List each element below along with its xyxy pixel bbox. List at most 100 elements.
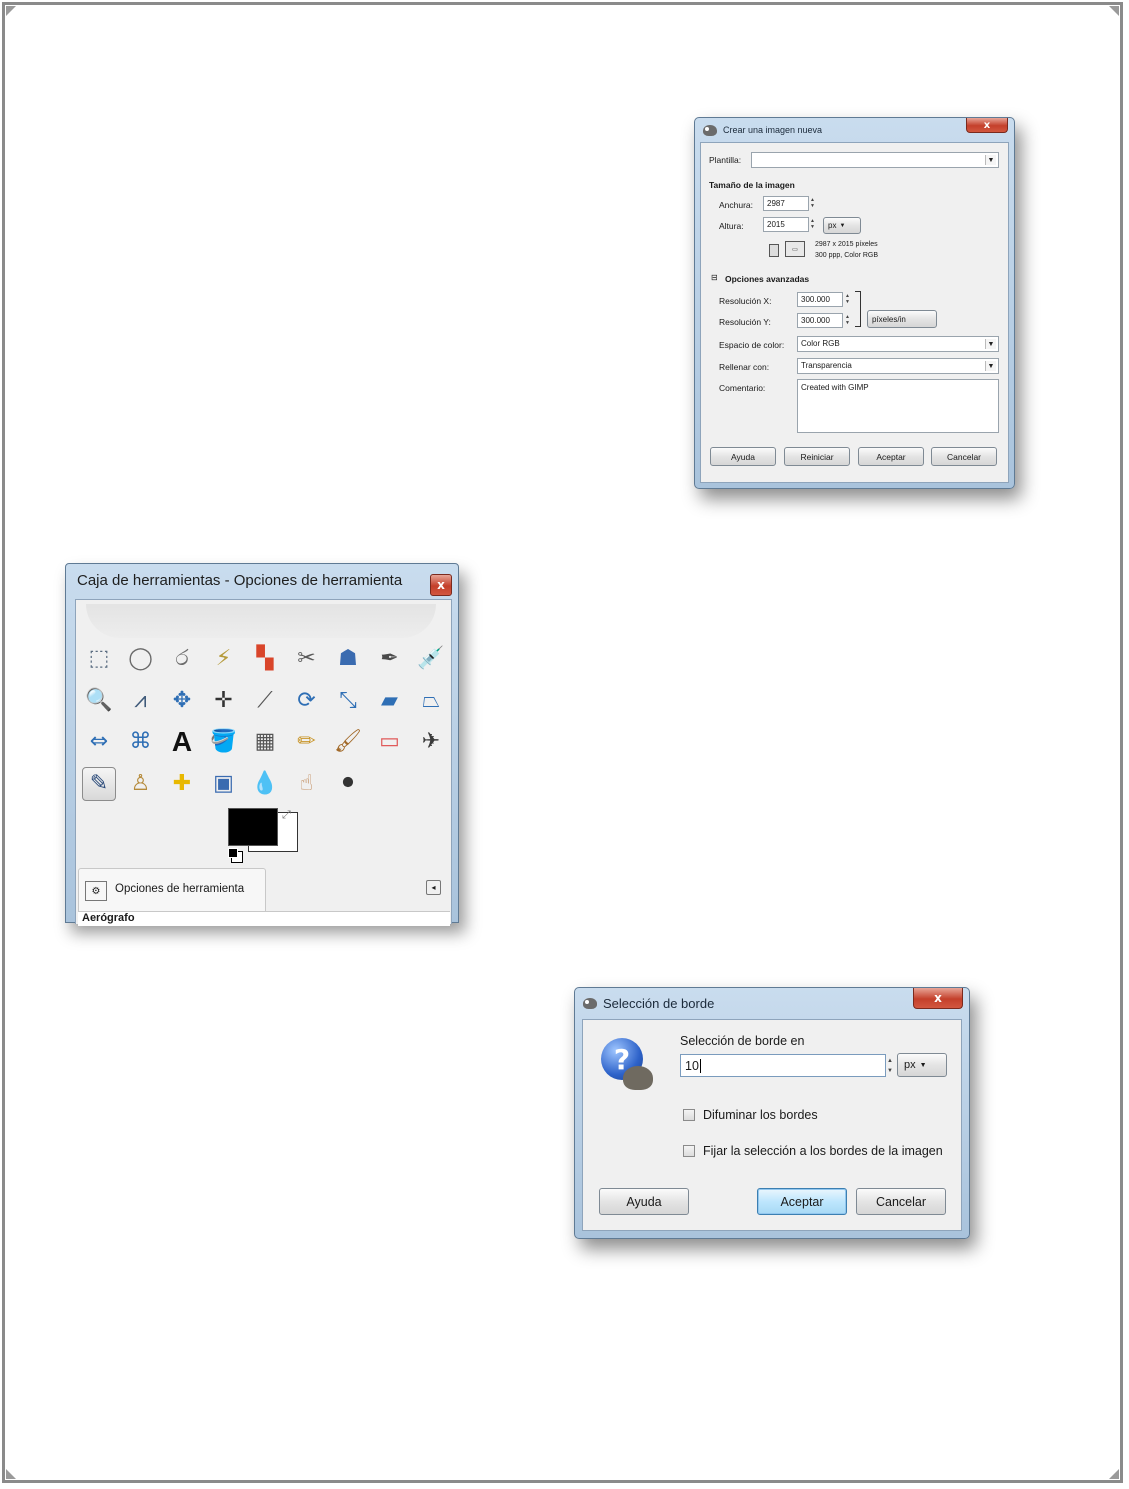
border-size-spinner[interactable]: ▲ ▼ <box>886 1056 894 1076</box>
perspective-clone-icon[interactable]: ▣ <box>207 767 241 801</box>
help-button[interactable]: Ayuda <box>599 1188 689 1215</box>
width-input[interactable]: 2987 <box>763 196 809 211</box>
ink-icon[interactable]: ✎ <box>82 766 116 801</box>
window-title: Caja de herramientas - Opciones de herra… <box>77 571 403 589</box>
comment-textarea[interactable]: Created with GIMP <box>797 379 999 433</box>
border-selection-dialog: Selección de borde x ? Selección de bord… <box>574 987 970 1239</box>
corner-mark <box>6 6 16 16</box>
swap-colors-icon[interactable]: ⤢ <box>282 808 291 822</box>
tool-options-panel: Aerógrafo <box>78 911 450 926</box>
cancel-button[interactable]: Cancelar <box>931 447 997 466</box>
colorspace-select[interactable]: Color RGB ▼ <box>797 336 999 352</box>
height-label: Altura: <box>719 221 744 231</box>
clone-icon[interactable]: ♙ <box>124 767 158 801</box>
gimp-icon <box>703 124 717 136</box>
zoom-icon[interactable]: 🔍 <box>82 684 116 718</box>
default-colors-icon[interactable] <box>228 848 238 858</box>
fill-label: Rellenar con: <box>719 362 770 372</box>
comment-label: Comentario: <box>719 383 766 393</box>
portrait-icon[interactable] <box>769 244 779 257</box>
color-picker-icon[interactable]: 💉 <box>414 642 448 676</box>
heal-icon[interactable]: ✚ <box>165 767 199 801</box>
res-y-spinner[interactable]: ▲ ▼ <box>844 314 851 326</box>
text-cursor <box>699 1059 701 1073</box>
dialog-title: Crear una imagen nueva <box>723 125 823 135</box>
dodge-burn-icon[interactable]: ⚫ <box>331 767 365 801</box>
cancel-button[interactable]: Cancelar <box>856 1188 946 1215</box>
title-bar[interactable]: Caja de herramientas - Opciones de herra… <box>77 568 458 592</box>
tool-grid: ⬚ ◯ ර ⚡ ▚ ✂ ☗ ✒ 💉 🔍 ⩘ ✥ ✛ ⟋ ⟳ ⤡ ▰ ⏢ ⇔ ⌘ A 🪣 ▦ ✏ 🖌 ▭ ✈ ✎ ♙ ✚ ▣ 💧 ☝ ⚫ <box>78 640 450 808</box>
fill-select[interactable]: Transparencia ▼ <box>797 358 999 374</box>
pencil-icon[interactable]: ✏ <box>290 725 324 759</box>
chevron-down-icon: ▼ <box>985 339 996 349</box>
free-select-icon[interactable]: ර <box>165 642 199 676</box>
border-size-input[interactable]: 10 <box>680 1054 886 1077</box>
height-input[interactable]: 2015 <box>763 217 809 232</box>
smudge-icon[interactable]: ☝ <box>290 767 324 801</box>
paintbrush-icon[interactable]: 🖌 <box>331 725 365 759</box>
feather-checkbox[interactable] <box>683 1109 695 1121</box>
eraser-icon[interactable]: ▭ <box>373 725 407 759</box>
toolbox-window: Caja de herramientas - Opciones de herra… <box>65 563 459 926</box>
title-bar[interactable]: Selección de borde <box>583 991 969 1015</box>
rotate-icon[interactable]: ⟳ <box>290 684 324 718</box>
measure-icon[interactable]: ⩘ <box>124 684 158 718</box>
airbrush-icon[interactable]: ✈ <box>414 725 448 759</box>
tab-menu-icon[interactable]: ◂ <box>426 880 441 895</box>
tool-options-heading: Aerógrafo <box>82 912 135 924</box>
bucket-fill-icon[interactable]: 🪣 <box>207 725 241 759</box>
fuzzy-select-icon[interactable]: ⚡ <box>207 642 241 676</box>
advanced-toggle-icon[interactable]: ⊟ <box>711 273 718 282</box>
corner-mark <box>1109 1469 1119 1479</box>
align-icon[interactable]: ✛ <box>207 684 241 718</box>
unit-select[interactable]: px ▼ <box>897 1053 947 1077</box>
corner-mark <box>1109 6 1119 16</box>
res-x-spinner[interactable]: ▲ ▼ <box>844 293 851 305</box>
cage-icon[interactable]: ⌘ <box>124 725 158 759</box>
blend-icon[interactable]: ▦ <box>248 725 282 759</box>
paths-icon[interactable]: ✒ <box>373 642 407 676</box>
width-spinner[interactable]: ▲ ▼ <box>809 197 816 209</box>
unit-select[interactable]: px ▼ <box>823 217 861 234</box>
toolbox-body: ⬚ ◯ ර ⚡ ▚ ✂ ☗ ✒ 💉 🔍 ⩘ ✥ ✛ ⟋ ⟳ ⤡ ▰ ⏢ ⇔ ⌘ A 🪣 ▦ ✏ 🖌 ▭ ✈ ✎ ♙ ✚ ▣ 💧 ☝ ⚫ ⤢ ⚙ O… <box>75 599 452 926</box>
tool-options-tab[interactable]: ⚙ Opciones de herramienta <box>78 868 266 912</box>
res-x-input[interactable]: 300.000 <box>797 292 843 307</box>
close-button[interactable]: x <box>913 988 963 1009</box>
wilber-icon <box>623 1066 653 1090</box>
foreground-color-swatch[interactable] <box>228 808 278 846</box>
text-icon[interactable]: A <box>165 725 199 759</box>
scissors-icon[interactable]: ✂ <box>290 642 324 676</box>
close-button[interactable]: x <box>430 574 452 596</box>
template-select[interactable]: ▼ <box>751 152 999 168</box>
chain-link-icon[interactable] <box>855 291 861 327</box>
help-button[interactable]: Ayuda <box>710 447 776 466</box>
advanced-heading[interactable]: Opciones avanzadas <box>725 274 809 284</box>
perspective-icon[interactable]: ⏢ <box>414 684 448 718</box>
rect-select-icon[interactable]: ⬚ <box>82 642 116 676</box>
move-icon[interactable]: ✥ <box>165 684 199 718</box>
chevron-down-icon: ▼ <box>919 1061 927 1069</box>
ok-button[interactable]: Aceptar <box>858 447 924 466</box>
close-button[interactable]: x <box>966 118 1008 133</box>
crop-icon[interactable]: ⟋ <box>248 684 282 718</box>
blur-icon[interactable]: 💧 <box>248 767 282 801</box>
tool-options-tab-label: Opciones de herramienta <box>115 883 245 895</box>
size-heading: Tamaño de la imagen <box>709 180 795 190</box>
lock-to-edges-checkbox[interactable] <box>683 1145 695 1157</box>
res-y-input[interactable]: 300.000 <box>797 313 843 328</box>
height-spinner[interactable]: ▲ ▼ <box>809 218 816 230</box>
lock-to-edges-label: Fijar la selección a los bordes de la im… <box>703 1144 943 1158</box>
ok-button[interactable]: Aceptar <box>757 1188 847 1215</box>
ellipse-select-icon[interactable]: ◯ <box>124 642 158 676</box>
color-select-icon[interactable]: ▚ <box>248 642 282 676</box>
reset-button[interactable]: Reiniciar <box>784 447 850 466</box>
foreground-select-icon[interactable]: ☗ <box>331 642 365 676</box>
wilber-watermark <box>86 604 436 638</box>
shear-icon[interactable]: ▰ <box>373 684 407 718</box>
landscape-icon[interactable]: ▭ <box>785 241 805 257</box>
flip-icon[interactable]: ⇔ <box>82 725 116 759</box>
colorspace-label: Espacio de color: <box>719 340 785 350</box>
res-unit-select[interactable]: píxeles/in <box>867 310 937 328</box>
chevron-down-icon: ▼ <box>839 222 846 229</box>
scale-icon[interactable]: ⤡ <box>331 684 365 718</box>
